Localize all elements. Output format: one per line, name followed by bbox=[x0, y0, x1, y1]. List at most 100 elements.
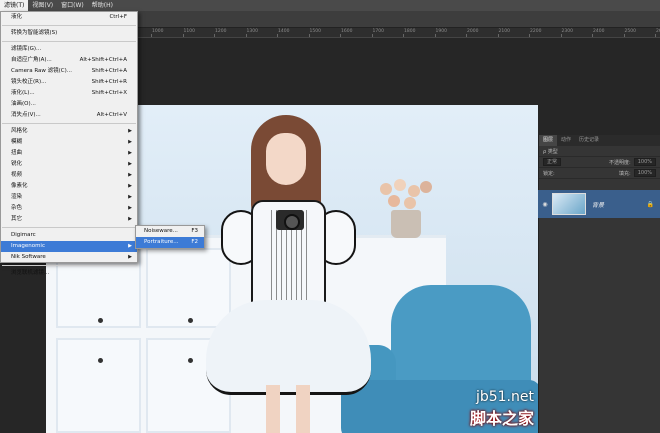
menu-item[interactable]: 自适应广角(A)... Alt+Shift+Ctrl+A bbox=[1, 55, 137, 66]
submenu-arrow-icon: ▶ bbox=[128, 205, 132, 211]
menu-item[interactable]: 杂色 ▶ bbox=[1, 203, 137, 214]
menu-filter[interactable]: 滤镜(T) bbox=[0, 0, 29, 11]
submenu-arrow-icon: ▶ bbox=[128, 161, 132, 167]
menu-item-label: Noiseware... bbox=[144, 228, 178, 234]
ruler-tick-label: 1900 bbox=[435, 29, 447, 34]
menu-item-label: 像素化 bbox=[11, 183, 28, 189]
menu-separator bbox=[2, 123, 136, 124]
tab-layers[interactable]: 图层 bbox=[539, 135, 558, 146]
menu-item[interactable]: 油画(O)... bbox=[1, 99, 137, 110]
ruler-tick-mark bbox=[497, 34, 499, 37]
submenu-arrow-icon: ▶ bbox=[128, 128, 132, 134]
menu-separator bbox=[2, 265, 136, 266]
menu-item-label: 自适应广角(A)... bbox=[11, 57, 52, 63]
ruler-tick-label: 2500 bbox=[624, 29, 636, 34]
ruler-tick-mark bbox=[655, 34, 656, 37]
ruler-tick-mark bbox=[560, 34, 562, 37]
eye-icon[interactable]: ◉ bbox=[538, 201, 552, 208]
menu-bar: 滤镜(T) 视图(V) 窗口(W) 帮助(H) bbox=[0, 0, 660, 11]
layer-kind-filter[interactable]: ρ 类型 bbox=[543, 148, 558, 155]
ruler-tick-mark bbox=[308, 34, 310, 37]
menu-item[interactable]: 镜头校正(R)... Shift+Ctrl+R bbox=[1, 77, 137, 88]
lock-icon: 🔒 bbox=[646, 200, 654, 208]
blend-mode-select[interactable]: 正常 bbox=[543, 158, 562, 166]
menu-item[interactable]: Imagenomic ▶ bbox=[1, 241, 137, 252]
menu-item-label: 其它 bbox=[11, 216, 23, 222]
menu-item-label: 扭曲 bbox=[11, 150, 23, 156]
watermark-site-name: 脚本之家 bbox=[469, 409, 534, 428]
menu-item[interactable]: 扭曲 ▶ bbox=[1, 148, 137, 159]
ruler-tick-label: 1400 bbox=[278, 29, 290, 34]
cabinet-knob bbox=[98, 358, 103, 363]
menu-item[interactable]: 其它 ▶ bbox=[1, 214, 137, 225]
menu-item-portraiture[interactable]: Portraiture... F2 bbox=[136, 237, 204, 248]
menu-item-shortcut: F3 bbox=[191, 228, 198, 234]
photoshop-window: 滤镜(T) 视图(V) 窗口(W) 帮助(H) 1000 1100 1200 1300… bbox=[0, 0, 660, 433]
menu-item[interactable]: 风格化 ▶ bbox=[1, 126, 137, 137]
submenu-arrow-icon: ▶ bbox=[128, 216, 132, 222]
layer-thumbnail bbox=[552, 193, 586, 215]
opacity-label: 不透明度: bbox=[609, 159, 631, 166]
photo-vase bbox=[391, 210, 421, 238]
menu-item[interactable]: 模糊 ▶ bbox=[1, 137, 137, 148]
submenu-arrow-icon: ▶ bbox=[128, 150, 132, 156]
ruler-tick-label: 1700 bbox=[372, 29, 384, 34]
menu-item[interactable]: 视频 ▶ bbox=[1, 170, 137, 181]
menu-help[interactable]: 帮助(H) bbox=[88, 0, 117, 11]
photo-subject bbox=[196, 115, 386, 433]
submenu-arrow-icon: ▶ bbox=[128, 254, 132, 260]
menu-item[interactable]: 转换为智能滤镜(S) bbox=[1, 28, 137, 39]
cabinet-door bbox=[56, 338, 141, 433]
menu-item-label: Nik Software bbox=[11, 254, 46, 260]
menu-separator bbox=[2, 25, 136, 26]
menu-item[interactable]: Digimarc bbox=[1, 230, 137, 241]
menu-item[interactable]: 液化 Ctrl+F bbox=[1, 12, 137, 23]
menu-view[interactable]: 视图(V) bbox=[28, 0, 57, 11]
menu-item-label: 风格化 bbox=[11, 128, 28, 134]
menu-item-label: Camera Raw 滤镜(C)... bbox=[11, 68, 73, 74]
menu-item[interactable]: 锐化 ▶ bbox=[1, 159, 137, 170]
opacity-field[interactable]: 100% bbox=[633, 158, 656, 166]
menu-item-label: 视频 bbox=[11, 172, 23, 178]
menu-item[interactable]: 液化(L)... Shift+Ctrl+X bbox=[1, 88, 137, 99]
menu-item-label: 滤镜库(G)... bbox=[11, 46, 42, 52]
ruler-tick-label: 2400 bbox=[593, 29, 605, 34]
submenu-arrow-icon: ▶ bbox=[128, 183, 132, 189]
menu-item-label: 镜头校正(R)... bbox=[11, 79, 47, 85]
ruler-tick-label: 1800 bbox=[404, 29, 416, 34]
menu-item-shortcut: Alt+Ctrl+V bbox=[96, 112, 127, 118]
menu-item[interactable]: 浏览联机滤镜... bbox=[1, 268, 137, 279]
menu-item[interactable]: 渲染 ▶ bbox=[1, 192, 137, 203]
lock-row: 锁定: 填充: 100% bbox=[539, 168, 660, 179]
submenu-arrow-icon: ▶ bbox=[128, 194, 132, 200]
menu-item-label: Portraiture... bbox=[144, 239, 179, 245]
ruler-tick-mark bbox=[403, 34, 404, 37]
ruler-tick-label: 2000 bbox=[467, 29, 479, 34]
ruler-tick-label: 2600 bbox=[656, 29, 660, 34]
cabinet-knob bbox=[98, 318, 103, 323]
menu-window[interactable]: 窗口(W) bbox=[57, 0, 88, 11]
tab-history[interactable]: 历史记录 bbox=[575, 135, 603, 146]
ruler-tick-mark bbox=[371, 34, 373, 37]
menu-item-shortcut: Shift+Ctrl+A bbox=[91, 68, 127, 74]
fill-label: 填充: bbox=[619, 170, 631, 177]
menu-item[interactable]: 消失点(V)... Alt+Ctrl+V bbox=[1, 110, 137, 121]
filter-menu: 液化 Ctrl+F 转换为智能滤镜(S) 滤镜库(G)... 自适应广角(A)... Al… bbox=[0, 11, 138, 276]
menu-item[interactable]: Nik Software ▶ bbox=[1, 252, 137, 263]
fill-field[interactable]: 100% bbox=[633, 169, 656, 177]
layer-row-background[interactable]: ◉ 背景 🔒 bbox=[538, 190, 660, 218]
submenu-arrow-icon: ▶ bbox=[128, 139, 132, 145]
menu-item-label: 模糊 bbox=[11, 139, 23, 145]
lock-label: 锁定: bbox=[543, 170, 555, 177]
blend-row: 正常 不透明度: 100% bbox=[539, 157, 660, 168]
menu-item-label: 油画(O)... bbox=[11, 101, 36, 107]
menu-item[interactable]: 像素化 ▶ bbox=[1, 181, 137, 192]
menu-item-noiseware[interactable]: Noiseware... F3 bbox=[136, 226, 204, 237]
menu-separator bbox=[2, 41, 136, 42]
tab-actions[interactable]: 动作 bbox=[557, 135, 575, 146]
menu-item-shortcut: Ctrl+F bbox=[109, 14, 127, 20]
menu-item[interactable]: 滤镜库(G)... bbox=[1, 44, 137, 55]
menu-item-label: 锐化 bbox=[11, 161, 23, 167]
cabinet-knob bbox=[188, 318, 193, 323]
menu-item[interactable]: Camera Raw 滤镜(C)... Shift+Ctrl+A bbox=[1, 66, 137, 77]
